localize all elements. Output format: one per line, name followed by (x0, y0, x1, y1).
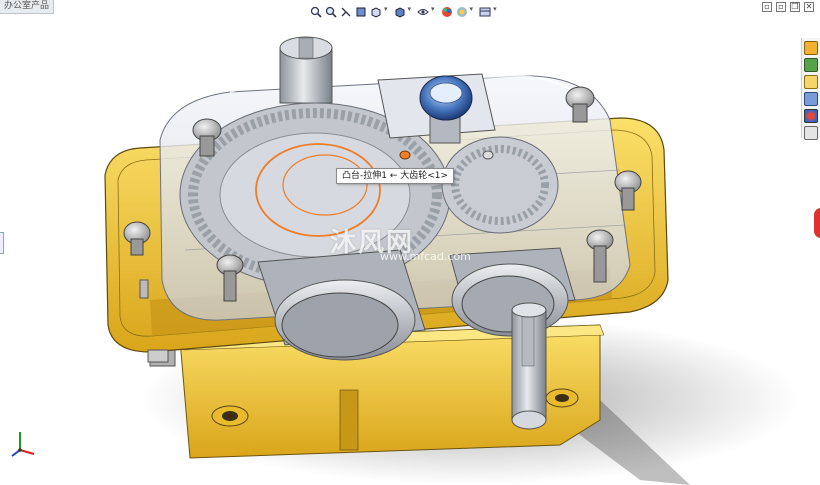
view-orientation-icon[interactable] (370, 3, 382, 18)
file-explorer-icon[interactable] (804, 75, 818, 89)
chevron-down-icon[interactable]: ▾ (493, 5, 497, 13)
view-palette-icon[interactable] (804, 92, 818, 106)
view-settings-icon[interactable] (479, 3, 491, 17)
home-icon[interactable] (804, 41, 818, 55)
tile-vertical-icon[interactable]: ▫ (776, 2, 786, 12)
window-controls: ▫ ▫ ❐ ✕ (762, 2, 814, 12)
chevron-down-icon[interactable]: ▾ (384, 5, 388, 13)
pinion-gear (441, 136, 559, 234)
task-pane (801, 38, 820, 140)
edit-appearance-icon[interactable] (441, 3, 453, 17)
restore-icon[interactable]: ❐ (790, 2, 800, 12)
output-shaft (511, 302, 547, 430)
tile-icon[interactable]: ▫ (762, 2, 772, 12)
zoom-to-fit-icon[interactable] (310, 3, 322, 18)
display-style-icon[interactable] (394, 3, 406, 18)
input-shaft-top (279, 36, 333, 104)
side-badge (814, 208, 820, 238)
zoom-area-icon[interactable] (325, 3, 337, 18)
previous-view-icon[interactable] (340, 3, 352, 17)
document-tab[interactable]: 办公室产品 (0, 0, 55, 14)
chevron-down-icon[interactable]: ▾ (408, 5, 412, 13)
apply-scene-icon[interactable] (456, 3, 468, 17)
hide-show-items-icon[interactable] (417, 3, 429, 15)
design-library-icon[interactable] (804, 58, 818, 72)
feature-tooltip: 凸台-拉伸1 ← 大齿轮<1> (336, 168, 455, 184)
panel-collapse-handle[interactable] (0, 232, 4, 254)
reference-triad (11, 432, 35, 457)
appearances-icon[interactable] (804, 109, 818, 123)
breather-cap (419, 75, 473, 121)
watermark-url: www.mfcad.com (380, 250, 471, 263)
close-icon[interactable]: ✕ (804, 2, 814, 12)
section-view-icon[interactable] (355, 3, 367, 17)
custom-properties-icon[interactable] (804, 126, 818, 140)
chevron-down-icon[interactable]: ▾ (431, 5, 435, 13)
triad-x-axis (19, 449, 35, 455)
chevron-down-icon[interactable]: ▾ (470, 5, 474, 13)
view-toolbar: ▾ ▾ ▾ ▾ ▾ (310, 1, 500, 18)
